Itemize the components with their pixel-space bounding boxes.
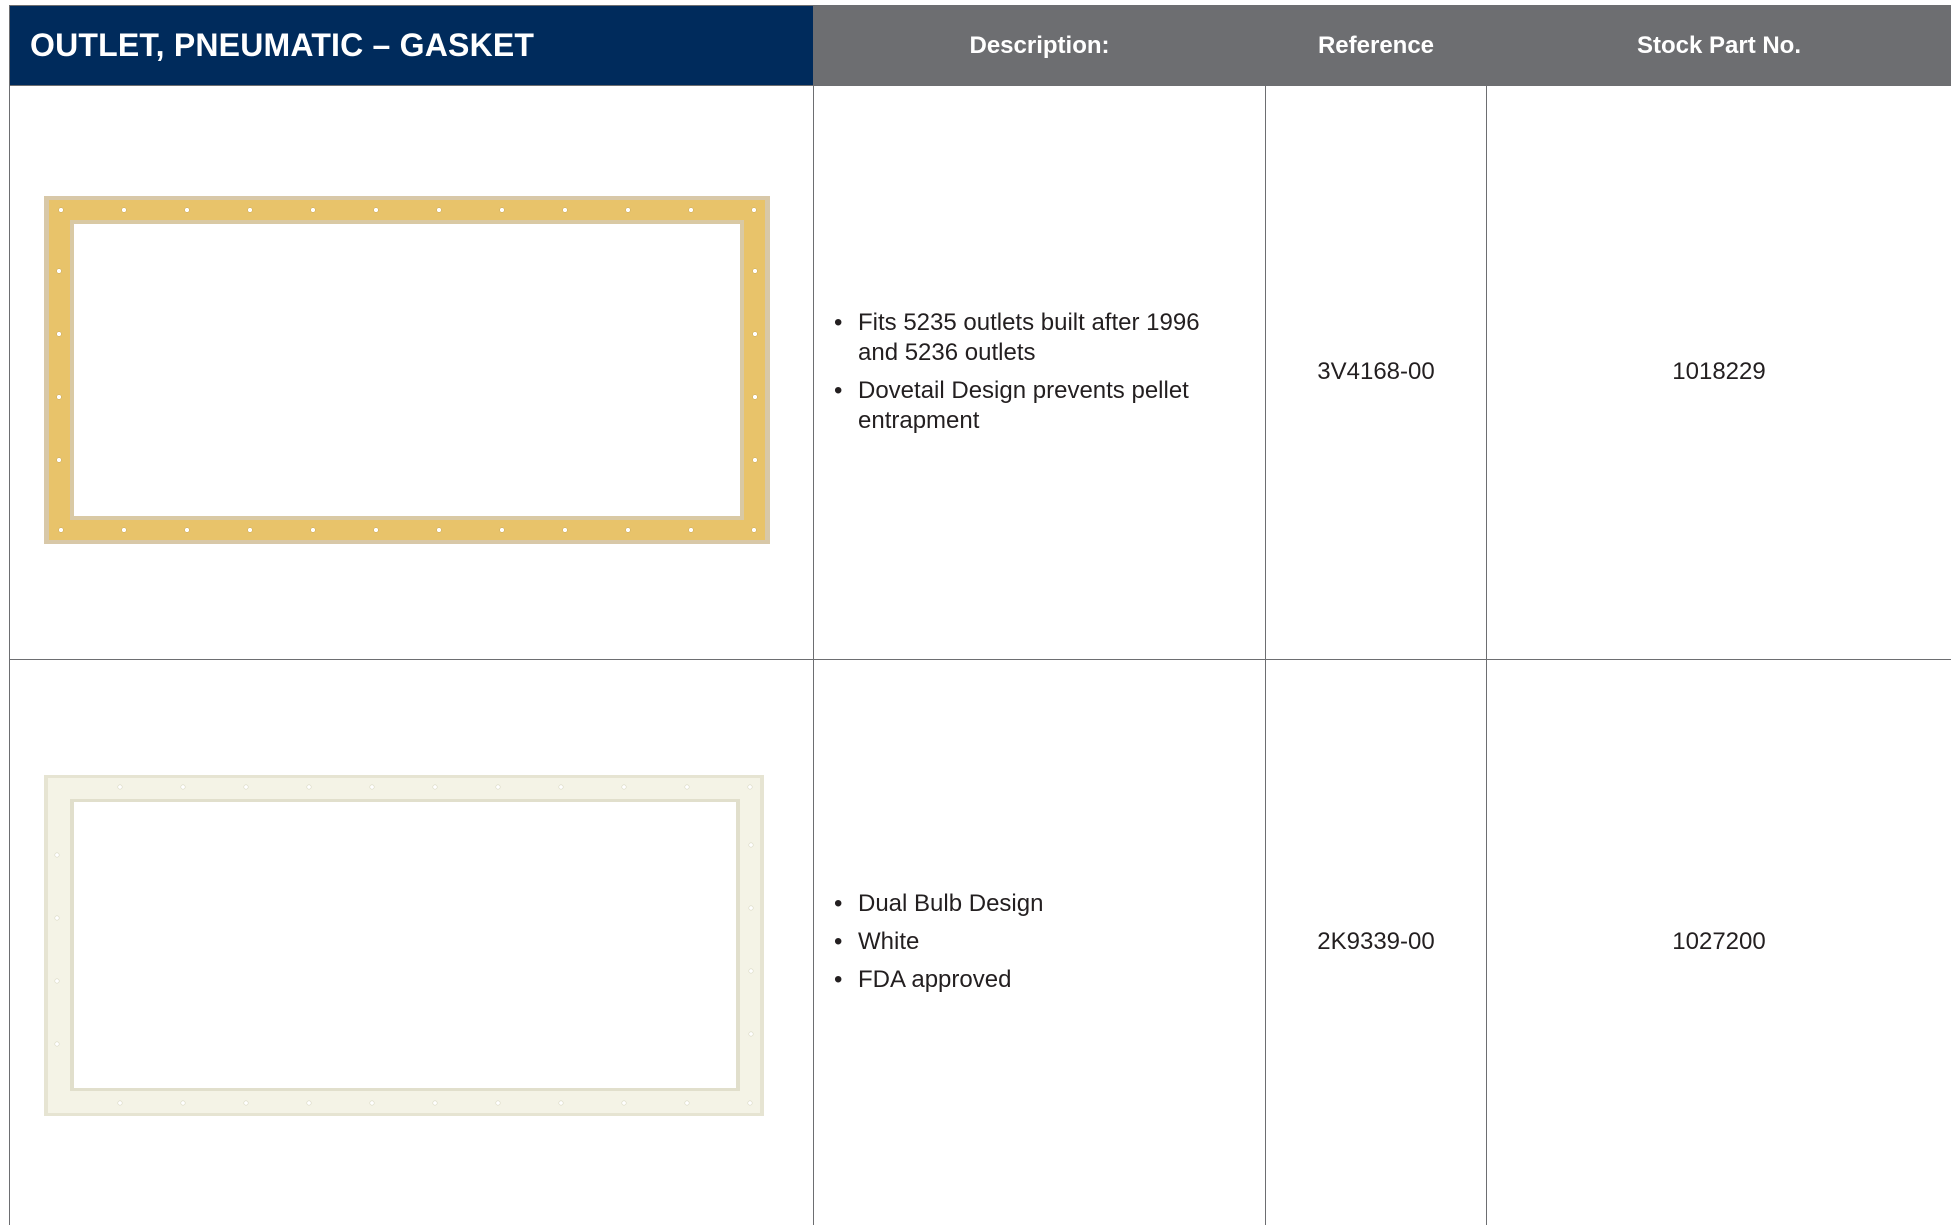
product-image-cell [9,658,814,1225]
stock-part-header: Stock Part No. [1486,5,1951,86]
stock-part-value: 1027200 [1486,658,1951,1225]
description-item: Fits 5235 outlets built after 1996 and 5… [834,308,1235,368]
stock-part-value: 1018229 [1486,85,1951,660]
description-list: Fits 5235 outlets built after 1996 and 5… [834,308,1235,436]
description-item: White [834,927,1235,957]
reference-header: Reference [1265,5,1487,86]
parts-table: OUTLET, PNEUMATIC – GASKET Description: … [9,5,1951,1225]
description-item: Dual Bulb Design [834,889,1235,919]
reference-value: 3V4168-00 [1265,85,1487,660]
description-cell: Fits 5235 outlets built after 1996 and 5… [813,85,1266,660]
section-title: OUTLET, PNEUMATIC – GASKET [9,5,814,86]
reference-value: 2K9339-00 [1265,658,1487,1225]
product-image-cell [9,85,814,660]
description-header: Description: [813,5,1266,86]
description-item: Dovetail Design prevents pellet entrapme… [834,376,1235,436]
white-gasket-image [44,774,764,1116]
description-list: Dual Bulb Design White FDA approved [834,889,1235,995]
table-row: Fits 5235 outlets built after 1996 and 5… [9,85,1951,660]
description-item: FDA approved [834,965,1235,995]
table-row: Dual Bulb Design White FDA approved 2K93… [9,658,1951,1225]
tan-gasket-image [44,196,770,544]
description-cell: Dual Bulb Design White FDA approved [813,658,1266,1225]
table-header-row: OUTLET, PNEUMATIC – GASKET Description: … [9,5,1951,86]
